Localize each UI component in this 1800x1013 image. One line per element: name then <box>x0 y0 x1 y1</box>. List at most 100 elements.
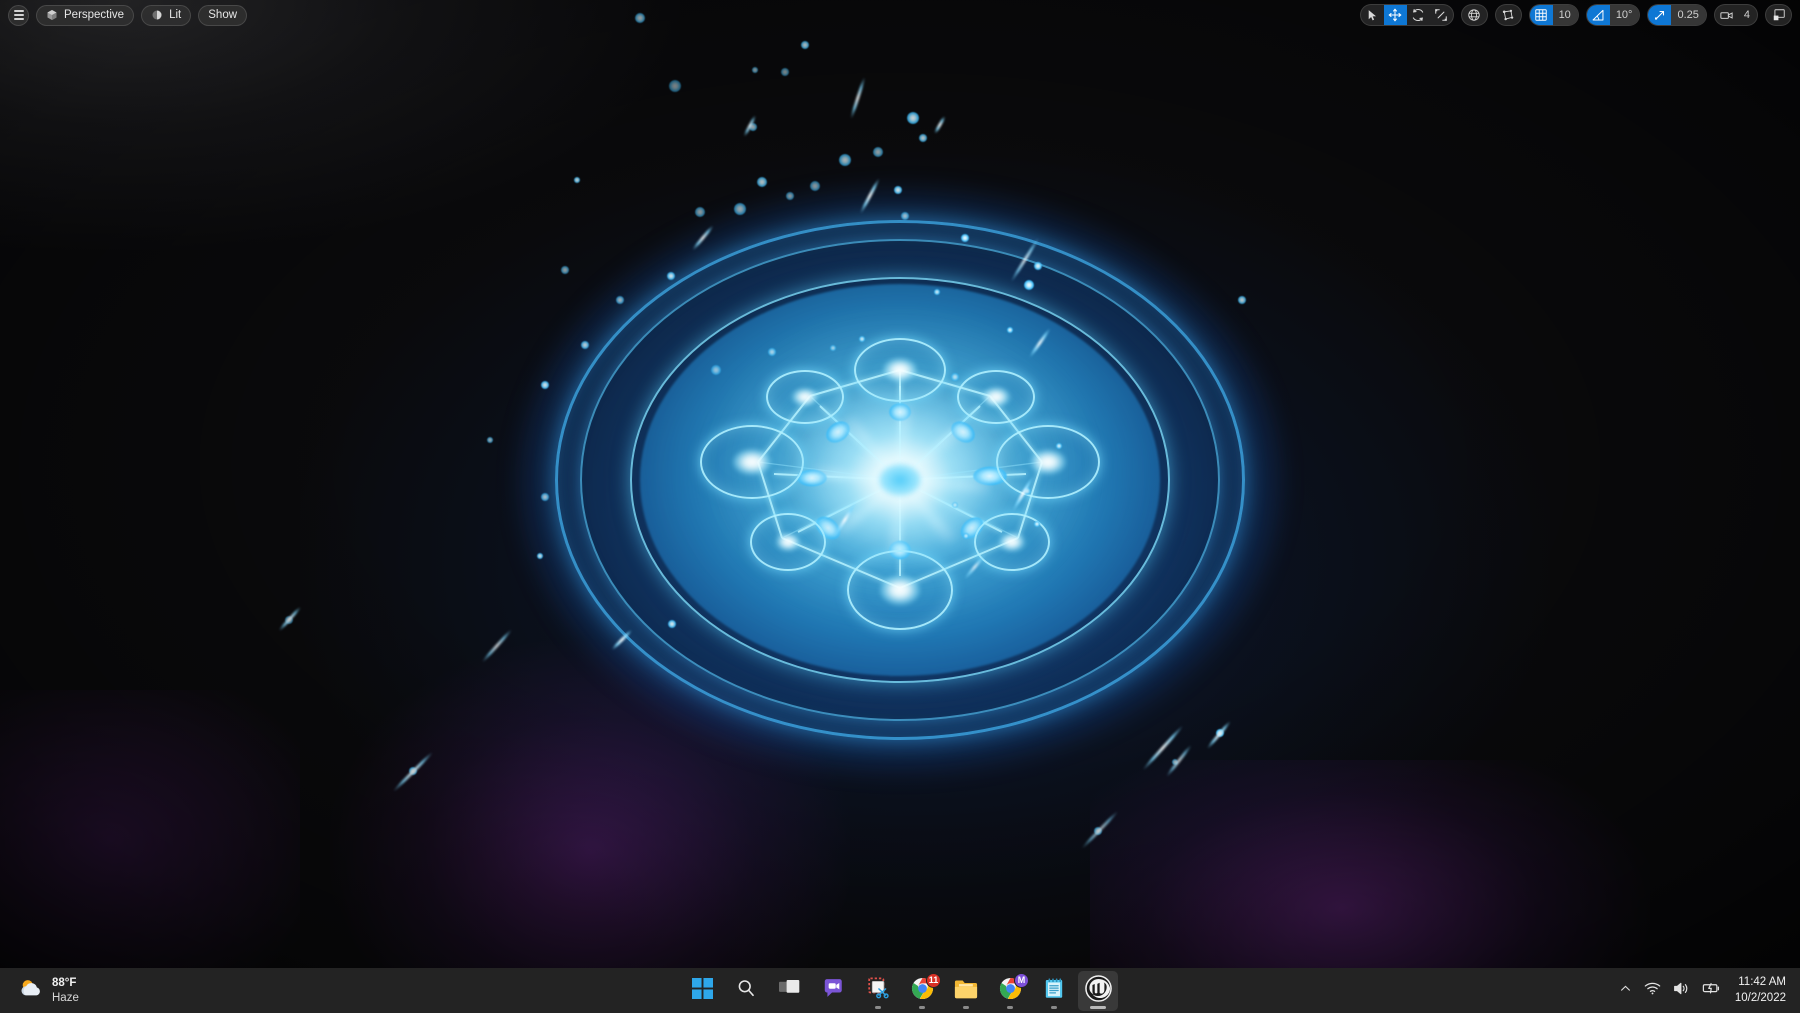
perspective-label: Perspective <box>64 9 124 21</box>
scale-snap-value[interactable]: 0.25 <box>1671 5 1705 25</box>
angle-snap-toggle[interactable] <box>1587 5 1610 25</box>
particle-spark <box>667 272 675 280</box>
maximize-viewport-button[interactable] <box>1766 5 1791 25</box>
show-label: Show <box>208 9 237 21</box>
snipping-tool-button[interactable] <box>858 971 898 1011</box>
camera-perspective-button[interactable]: Perspective <box>36 5 134 26</box>
surface-snap-button[interactable] <box>1496 5 1521 25</box>
cube-icon <box>46 9 58 21</box>
particle-spark <box>757 177 767 187</box>
purple-glow-left <box>0 690 300 968</box>
particle-streak <box>850 77 867 120</box>
running-indicator <box>1007 1006 1013 1009</box>
particle-spark <box>901 212 909 220</box>
move-tool-button[interactable] <box>1384 5 1407 25</box>
surface-snap-group <box>1495 4 1522 26</box>
particle-spark <box>541 381 549 389</box>
cursor-arrow-icon <box>1366 9 1379 22</box>
particle-spark <box>963 533 969 539</box>
start-button[interactable] <box>682 971 722 1011</box>
particle-spark <box>952 502 958 508</box>
chrome-button[interactable]: 11 <box>902 971 942 1011</box>
running-indicator <box>963 1006 969 1009</box>
unreal-engine-icon <box>1085 975 1112 1007</box>
portal-node <box>700 425 804 499</box>
scale-tool-button[interactable] <box>1430 5 1453 25</box>
world-space-button[interactable] <box>1462 5 1487 25</box>
sun-behind-cloud-icon <box>18 977 44 1004</box>
rotate-tool-button[interactable] <box>1407 5 1430 25</box>
unreal-engine-button[interactable] <box>1078 971 1118 1011</box>
notepad-button[interactable] <box>1034 971 1074 1011</box>
battery-charging-icon <box>1702 981 1721 1000</box>
chat-video-icon <box>823 978 846 1003</box>
particle-spark <box>669 80 681 92</box>
particle-spark <box>635 13 645 23</box>
camera-icon <box>1719 8 1734 23</box>
task-view-icon <box>779 979 801 1003</box>
core-hole <box>879 464 921 496</box>
battery-button[interactable] <box>1696 972 1727 1010</box>
running-indicator <box>1051 1006 1057 1009</box>
particle-streak <box>934 115 947 134</box>
chrome-notification-badge: 11 <box>926 973 941 988</box>
particle-spark <box>859 336 865 342</box>
particle-spark <box>616 296 624 304</box>
notepad-icon <box>1044 977 1064 1005</box>
particle-spark <box>839 154 851 166</box>
camera-speed-value[interactable]: 4 <box>1738 5 1757 25</box>
network-button[interactable] <box>1638 972 1667 1010</box>
angle-snap-group: 10° <box>1586 4 1641 26</box>
particle-spark <box>574 177 580 183</box>
show-hidden-icons-button[interactable] <box>1613 972 1638 1010</box>
diagonal-arrow-icon <box>1653 8 1667 22</box>
running-indicator <box>875 1006 881 1009</box>
grid-snap-value[interactable]: 10 <box>1553 5 1578 25</box>
particle-spark <box>1056 443 1062 449</box>
particle-streak <box>481 629 513 664</box>
portal-node <box>996 425 1100 499</box>
windows-start-icon <box>692 978 713 1004</box>
camera-speed-button[interactable] <box>1715 5 1738 25</box>
view-mode-button[interactable]: Lit <box>141 5 191 26</box>
viewport-toolbar-left: Perspective Lit Show <box>8 5 254 26</box>
particle-spark <box>801 41 809 49</box>
scale-arrows-icon <box>1434 8 1448 22</box>
scale-snap-group: 0.25 <box>1647 4 1706 26</box>
volume-button[interactable] <box>1667 972 1696 1010</box>
task-view-button[interactable] <box>770 971 810 1011</box>
show-desktop-button[interactable] <box>1795 968 1800 1013</box>
show-flags-button[interactable]: Show <box>198 5 247 26</box>
unreal-viewport[interactable]: Perspective Lit Show 10 10° 0.25 4 <box>0 0 1800 968</box>
chrome-mail-button[interactable]: M <box>990 971 1030 1011</box>
scale-snap-toggle[interactable] <box>1648 5 1671 25</box>
particle-streak <box>1081 810 1120 850</box>
particle-spark <box>830 345 836 351</box>
search-button[interactable] <box>726 971 766 1011</box>
file-explorer-button[interactable] <box>946 971 986 1011</box>
viewport-menu-button[interactable] <box>8 5 29 26</box>
speaker-icon <box>1673 981 1690 1001</box>
particle-spark <box>873 147 883 157</box>
particle-spark <box>561 266 569 274</box>
system-tray: 11:42 AM 10/2/2022 <box>1613 968 1800 1013</box>
weather-widget[interactable]: 88°F Haze <box>4 972 89 1010</box>
particle-spark <box>768 348 776 356</box>
move-arrows-icon <box>1388 8 1402 22</box>
weather-condition: Haze <box>52 991 79 1005</box>
grid-icon <box>1534 8 1548 22</box>
angle-snap-value[interactable]: 10° <box>1610 5 1640 25</box>
particle-spark <box>934 289 940 295</box>
rotate-arrows-icon <box>1411 8 1425 22</box>
running-indicator <box>919 1006 925 1009</box>
particle-spark <box>668 620 676 628</box>
clock-time: 11:42 AM <box>1738 975 1786 991</box>
chat-button[interactable] <box>814 971 854 1011</box>
wifi-icon <box>1644 981 1661 1001</box>
particle-spark <box>541 493 549 501</box>
clock-widget[interactable]: 11:42 AM 10/2/2022 <box>1727 972 1800 1010</box>
grid-snap-toggle[interactable] <box>1530 5 1553 25</box>
select-tool-button[interactable] <box>1361 5 1384 25</box>
particle-spark <box>487 437 493 443</box>
search-icon <box>736 978 756 1003</box>
